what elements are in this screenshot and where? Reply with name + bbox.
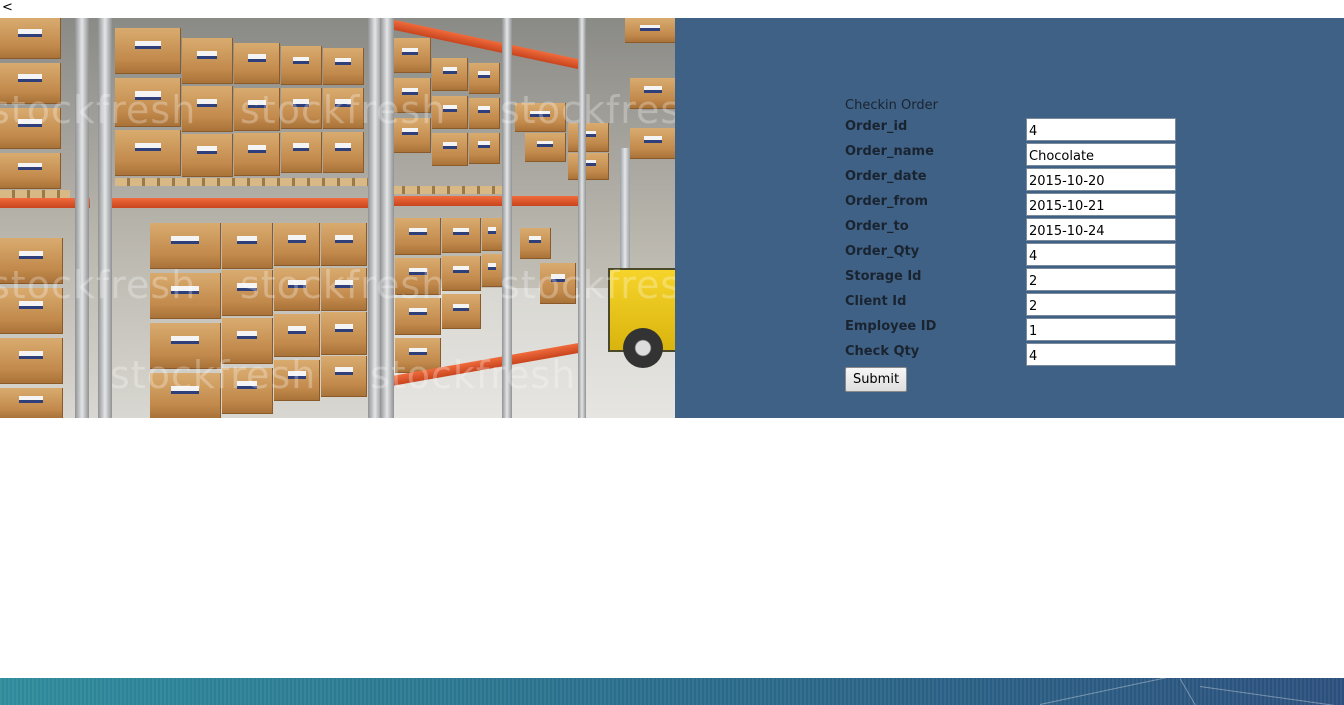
storage-id-label: Storage Id bbox=[845, 269, 922, 284]
photo-box bbox=[321, 356, 367, 397]
footer-bar bbox=[0, 678, 1344, 705]
order-name-label: Order_name bbox=[845, 144, 934, 159]
order-qty-label: Order_Qty bbox=[845, 244, 920, 259]
photo-box bbox=[323, 48, 364, 85]
photo-box bbox=[281, 132, 322, 173]
form-row-order-date: Order_date bbox=[845, 168, 1185, 193]
photo-watermark: stockfresh bbox=[500, 263, 675, 307]
photo-box bbox=[625, 18, 675, 43]
form-row-order-id: Order_id bbox=[845, 118, 1185, 143]
footer-decor-line bbox=[1199, 686, 1339, 705]
check-qty-label: Check Qty bbox=[845, 344, 920, 359]
photo-box bbox=[390, 38, 431, 73]
photo-watermark: stockfresh bbox=[240, 263, 447, 307]
form-row-client-id: Client Id bbox=[845, 293, 1185, 318]
footer-decor-line bbox=[1039, 678, 1236, 705]
form-row-order-from: Order_from bbox=[845, 193, 1185, 218]
order-from-input[interactable] bbox=[1026, 193, 1176, 216]
photo-box bbox=[182, 134, 233, 177]
photo-box bbox=[469, 63, 500, 94]
photo-watermark: stockfresh bbox=[240, 88, 447, 132]
photo-box bbox=[234, 133, 280, 176]
photo-box bbox=[469, 98, 500, 129]
photo-watermark: stockfresh bbox=[0, 263, 197, 307]
warehouse-photo: stockfresh stockfresh stockfresh stockfr… bbox=[0, 18, 675, 418]
photo-box bbox=[442, 294, 481, 329]
photo-box bbox=[274, 314, 320, 357]
photo-box bbox=[281, 46, 322, 85]
employee-id-label: Employee ID bbox=[845, 319, 937, 334]
photo-box bbox=[234, 43, 280, 84]
photo-box bbox=[520, 228, 551, 259]
photo-box bbox=[469, 133, 500, 164]
stray-text: < bbox=[2, 0, 13, 15]
employee-id-input[interactable] bbox=[1026, 318, 1176, 341]
order-to-label: Order_to bbox=[845, 219, 909, 234]
order-id-label: Order_id bbox=[845, 119, 908, 134]
form-row-order-name: Order_name bbox=[845, 143, 1185, 168]
order-name-input[interactable] bbox=[1026, 143, 1176, 166]
order-date-label: Order_date bbox=[845, 169, 927, 184]
order-to-input[interactable] bbox=[1026, 218, 1176, 241]
form-row-employee-id: Employee ID bbox=[845, 318, 1185, 343]
photo-box bbox=[182, 38, 233, 84]
photo-pallet bbox=[0, 190, 70, 198]
photo-shelf-beam bbox=[385, 196, 585, 206]
photo-box bbox=[525, 133, 566, 162]
order-date-input[interactable] bbox=[1026, 168, 1176, 191]
photo-watermark: stockfresh bbox=[110, 353, 317, 397]
form-title: Checkin Order bbox=[845, 98, 938, 113]
photo-box bbox=[323, 132, 364, 173]
photo-box bbox=[0, 153, 61, 189]
order-id-input[interactable] bbox=[1026, 118, 1176, 141]
photo-box bbox=[274, 223, 320, 266]
check-qty-input[interactable] bbox=[1026, 343, 1176, 366]
form-row-order-qty: Order_Qty bbox=[845, 243, 1185, 268]
submit-button[interactable]: Submit bbox=[845, 367, 907, 392]
photo-box bbox=[442, 218, 481, 253]
photo-box bbox=[482, 218, 503, 251]
client-id-label: Client Id bbox=[845, 294, 907, 309]
photo-shelf-beam bbox=[105, 198, 385, 208]
photo-watermark: stockfresh bbox=[370, 353, 577, 397]
footer-decor-line bbox=[1179, 678, 1211, 705]
photo-box bbox=[432, 133, 468, 166]
photo-box bbox=[115, 28, 181, 74]
photo-watermark: stockfresh bbox=[0, 88, 197, 132]
photo-pallet bbox=[115, 178, 370, 186]
photo-box bbox=[432, 58, 468, 91]
photo-box bbox=[0, 338, 63, 384]
photo-box bbox=[0, 388, 63, 418]
form-row-storage-id: Storage Id bbox=[845, 268, 1185, 293]
photo-box bbox=[442, 256, 481, 291]
photo-box bbox=[321, 312, 367, 355]
photo-box bbox=[115, 130, 181, 176]
photo-box bbox=[321, 223, 367, 266]
form-row-check-qty: Check Qty bbox=[845, 343, 1185, 368]
form-row-order-to: Order_to bbox=[845, 218, 1185, 243]
photo-upright bbox=[75, 18, 89, 418]
client-id-input[interactable] bbox=[1026, 293, 1176, 316]
order-qty-input[interactable] bbox=[1026, 243, 1176, 266]
header-banner: stockfresh stockfresh stockfresh stockfr… bbox=[0, 18, 1344, 418]
photo-pallet bbox=[390, 186, 510, 194]
photo-box bbox=[395, 218, 441, 255]
forklift-wheel bbox=[623, 328, 663, 368]
order-from-label: Order_from bbox=[845, 194, 929, 209]
photo-upright bbox=[578, 18, 586, 418]
storage-id-input[interactable] bbox=[1026, 268, 1176, 291]
photo-box bbox=[0, 18, 61, 59]
photo-watermark: stockfresh bbox=[500, 88, 675, 132]
